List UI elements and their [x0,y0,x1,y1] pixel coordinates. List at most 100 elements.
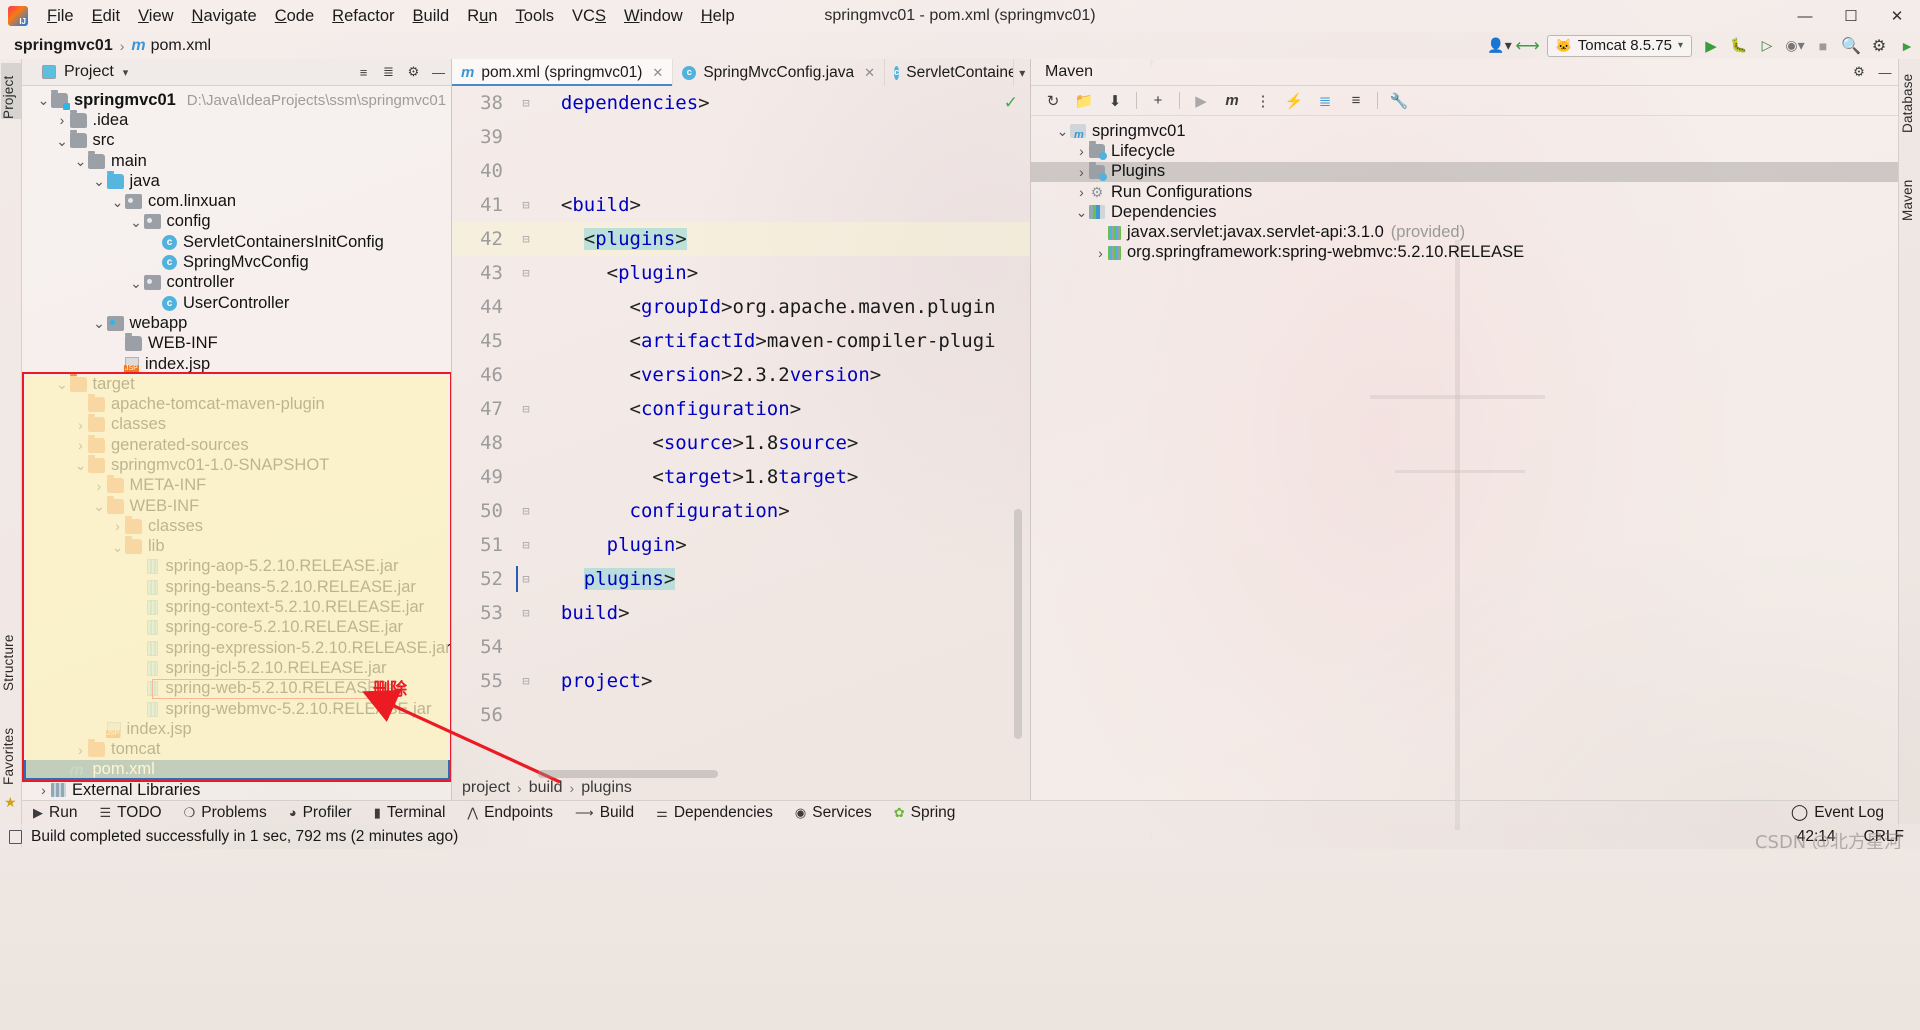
toggle-offline-mode-icon[interactable]: ⚡ [1280,88,1308,114]
download-sources-icon[interactable]: ⬇ [1101,88,1129,114]
breadcrumb-file[interactable]: m pom.xml [131,37,211,55]
toolwindow-services[interactable]: ◉ Services [784,804,883,822]
tree-row[interactable]: ⌄ main [22,150,451,171]
tree-row[interactable]: spring-expression-5.2.10.RELEASE.jar [22,638,451,658]
breadcrumb-project-tag[interactable]: project [462,779,510,797]
close-icon[interactable]: ✕ [652,65,663,81]
tree-row[interactable]: › tomcat [22,739,451,760]
chevron-right-icon[interactable]: › [1074,143,1089,159]
menu-code[interactable]: Code [266,4,323,29]
code-fold-icon[interactable]: ⊟ [514,96,538,110]
breadcrumb-project[interactable]: springmvc01 [14,37,113,55]
chevron-right-icon[interactable]: › [92,478,107,494]
code-fold-icon[interactable]: ⊟ [514,232,538,246]
maven-tree[interactable]: ⌄springmvc01›Lifecycle›Plugins›⚙Run Conf… [1031,116,1898,263]
debug-bug-icon[interactable]: 🐛 [1726,34,1752,58]
chevron-down-icon[interactable]: ⌄ [92,316,107,330]
chevron-down-icon[interactable]: ⌄ [36,93,51,107]
run-maven-build-icon[interactable]: ▶ [1187,88,1215,114]
code-fold-icon[interactable]: ⊟ [514,266,538,280]
toolwindow-event-log[interactable]: ◯ Event Log [1791,803,1898,822]
tree-row[interactable]: index.jsp [22,719,451,739]
settings-gear-icon[interactable]: ⚙ [1846,60,1872,85]
tree-row[interactable]: ⌄ WEB-INF [22,495,451,516]
inspection-ok-check-icon[interactable]: ✓ [1004,93,1018,113]
toolwindow-build[interactable]: ⟶ Build [564,804,645,822]
maven-tree-row[interactable]: ⌄ springmvc01 [1031,121,1898,142]
editor-tab-servletcontainersinitconfig[interactable]: c ServletContainersInitCo [885,59,1015,86]
code-line[interactable]: 54 [452,630,1030,664]
tree-row[interactable]: › classes [22,515,451,536]
tree-row[interactable]: spring-aop-5.2.10.RELEASE.jar [22,557,451,577]
chevron-down-icon[interactable]: ⌄ [1074,204,1089,221]
toolwindow-todo[interactable]: ☰ TODO [88,804,172,822]
chevron-right-icon[interactable]: › [110,518,125,534]
chevron-down-icon[interactable]: ⌄ [129,276,144,290]
code-line[interactable]: 44 <groupId>org.apache.maven.plugin [452,290,1030,324]
code-line[interactable]: 56 [452,698,1030,732]
tree-row[interactable]: spring-core-5.2.10.RELEASE.jar [22,618,451,638]
toolwindow-dependencies[interactable]: ⚌ Dependencies [645,804,784,822]
chevron-down-icon[interactable]: ⌄ [73,458,88,472]
menu-help[interactable]: Help [692,4,744,29]
editor-vertical-scrollbar[interactable] [1014,509,1022,739]
code-fold-icon[interactable]: ⊟ [514,198,538,212]
maven-tree-row[interactable]: javax.servlet:javax.servlet-api:3.1.0 (pr… [1031,222,1898,242]
chevron-down-icon[interactable]: ⌄ [92,174,107,188]
code-line[interactable]: 39 [452,120,1030,154]
maven-settings-icon[interactable]: 🔧 [1385,88,1413,114]
chevron-right-icon[interactable]: › [73,417,88,433]
menu-build[interactable]: Build [404,4,459,29]
code-line[interactable]: 38 ⊟ dependencies> [452,86,1030,120]
tree-row[interactable]: ⌄ lib [22,536,451,557]
tree-row-selected[interactable]: m pom.xml [22,759,451,781]
toolwindow-endpoints[interactable]: ⋀ Endpoints [456,804,564,822]
maven-tree-row[interactable]: ⌄ Dependencies [1031,202,1898,222]
breadcrumb-build-tag[interactable]: build [529,779,563,797]
chevron-right-icon[interactable]: › [1074,184,1089,200]
menu-edit[interactable]: Edit [83,4,129,29]
tree-row[interactable]: › META-INF [22,475,451,496]
search-everywhere-icon[interactable]: 🔍 [1838,34,1864,58]
chevron-right-icon[interactable]: › [73,742,88,758]
menu-run[interactable]: Run [458,4,506,29]
toolwindow-spring[interactable]: ✿ Spring [883,804,967,822]
code-fold-icon[interactable]: ⊟ [514,606,538,620]
toolwindow-profiler[interactable]: ◕ Profiler [278,804,363,822]
tree-row[interactable]: ⌄ springmvc01-1.0-SNAPSHOT [22,454,451,475]
minimize-icon[interactable]: — [1782,0,1828,32]
tree-row[interactable]: ⌄ controller [22,273,451,293]
close-icon[interactable]: ✕ [864,65,875,81]
tree-row[interactable]: › External Libraries [22,780,451,800]
menu-view[interactable]: View [129,4,182,29]
sidebar-tab-structure[interactable]: Structure [1,619,21,691]
add-maven-project-icon[interactable]: + [1144,88,1172,114]
profiler-icon[interactable]: ◉▾ [1782,34,1808,58]
code-line[interactable]: 48 <source>1.8source> [452,426,1030,460]
menu-file[interactable]: FFileile [38,4,83,29]
collapse-all-icon[interactable]: ≡ [351,60,376,84]
run-with-coverage-icon[interactable]: ▷ [1754,34,1780,58]
chevron-down-icon[interactable]: ⌄ [55,134,70,148]
code-line[interactable]: 42 ⊟ <plugins> [452,222,1030,256]
tree-row[interactable]: apache-tomcat-maven-plugin [22,394,451,414]
toggle-skip-tests-icon[interactable]: ⋮ [1249,88,1277,114]
tree-row[interactable]: c ServletContainersInitConfig [22,232,451,252]
code-line[interactable]: 43 ⊟ <plugin> [452,256,1030,290]
chevron-right-icon[interactable]: › [73,437,88,453]
code-line[interactable]: 55 ⊟ project> [452,664,1030,698]
chevron-down-icon[interactable]: ▾ [123,66,129,79]
sidebar-tab-favorites[interactable]: Favorites [1,709,21,785]
tree-row[interactable]: ⌄ webapp [22,313,451,333]
plugin-update-icon[interactable]: ► [1894,34,1920,58]
user-account-icon[interactable]: 👤▾ [1487,34,1513,58]
code-fold-icon[interactable]: ⊟ [514,674,538,688]
code-line[interactable]: 52 ⊟ plugins> [452,562,1030,596]
maven-tree-row-selected[interactable]: › Plugins [1031,161,1898,182]
code-line[interactable]: 53 ⊟ build> [452,596,1030,630]
tree-row[interactable]: ⌄ src [22,130,451,151]
code-fold-icon[interactable]: ⊟ [514,538,538,552]
code-line[interactable]: 40 [452,154,1030,188]
tree-row[interactable]: ⌄ java [22,170,451,191]
chevron-down-icon[interactable]: ⌄ [110,540,125,554]
